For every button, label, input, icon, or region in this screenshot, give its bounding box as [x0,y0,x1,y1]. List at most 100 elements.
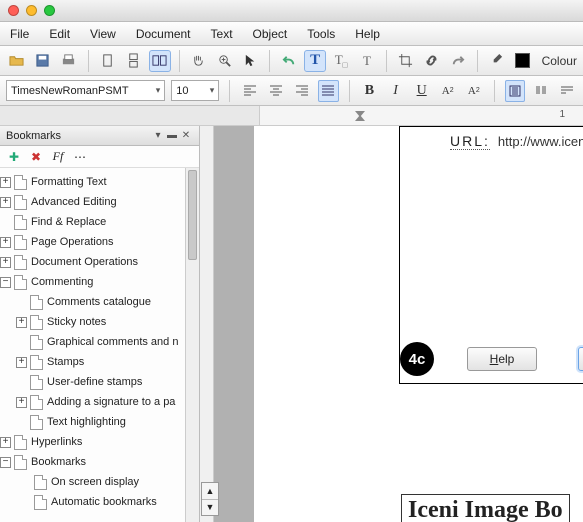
column-flow-button[interactable] [557,80,577,102]
document-heading: Iceni Image Bo [401,494,570,522]
page-icon [30,315,43,330]
align-justify-button[interactable] [318,80,338,102]
tree-item[interactable]: +Hyperlinks [0,432,197,452]
align-center-button[interactable] [266,80,286,102]
page-icon [14,215,27,230]
panel-menu-icon[interactable]: ▾ [151,129,165,143]
menu-view[interactable]: View [90,27,116,41]
text-object-tool-icon[interactable]: T□ [330,50,352,72]
font-family-value: TimesNewRomanPSMT [11,85,129,97]
bookmark-options-icon[interactable]: ⋯ [72,149,88,165]
page-facing-icon[interactable] [149,50,171,72]
zoom-tool-icon[interactable] [213,50,235,72]
column-single-button[interactable] [505,80,525,102]
tree-item[interactable]: +Formatting Text [0,172,197,192]
align-right-button[interactable] [292,80,312,102]
menu-tools[interactable]: Tools [307,27,335,41]
vertical-ruler[interactable] [200,126,214,522]
chevron-down-icon: ▾ [210,85,215,96]
tree-item[interactable]: +Sticky notes [0,312,197,332]
tree-item[interactable]: User-define stamps [0,372,197,392]
column-multi-button[interactable] [531,80,551,102]
tree-label: Adding a signature to a pa [47,396,175,408]
zoom-stepper[interactable]: ▲ ▼ [201,482,219,516]
save-button[interactable] [32,50,54,72]
add-bookmark-icon[interactable]: ✚ [6,149,22,165]
superscript-button[interactable]: A2 [438,80,458,102]
tree-item[interactable]: Comments catalogue [0,292,197,312]
tree-item[interactable]: +Page Operations [0,232,197,252]
panel-toolbar: ✚ ✖ Ff ⋯ [0,146,199,168]
tree-label: Graphical comments and n [47,336,178,348]
ok-button[interactable]: O [578,347,583,371]
tree-item[interactable]: +Adding a signature to a pa [0,392,197,412]
panel-close-icon[interactable]: ✕ [179,129,193,143]
tree-item[interactable]: On screen display [0,472,197,492]
page-single-icon[interactable] [97,50,119,72]
align-left-button[interactable] [240,80,260,102]
tree-label: On screen display [51,476,139,488]
tree-item[interactable]: +Advanced Editing [0,192,197,212]
zoom-out-icon[interactable]: ▼ [202,500,218,516]
tree-item[interactable]: Automatic bookmarks [0,492,197,512]
bold-button[interactable]: B [359,80,379,102]
page-icon [30,395,43,410]
menu-text[interactable]: Text [211,27,233,41]
tree-item[interactable]: +Stamps [0,352,197,372]
tree-label: Find & Replace [31,216,106,228]
tree-label: Commenting [31,276,93,288]
linked-text-tool-icon[interactable]: T [356,50,378,72]
hand-tool-icon[interactable] [188,50,210,72]
print-button[interactable] [58,50,80,72]
window-minimize-button[interactable] [26,5,37,16]
window-zoom-button[interactable] [44,5,55,16]
horizontal-ruler[interactable]: 1 [0,106,583,126]
text-tool-icon[interactable]: T [304,50,326,72]
tree-item[interactable]: Find & Replace [0,212,197,232]
page-continuous-icon[interactable] [123,50,145,72]
bookmark-font-icon[interactable]: Ff [50,149,66,165]
zoom-in-icon[interactable]: ▲ [202,483,218,500]
tree-item[interactable]: −Bookmarks [0,452,197,472]
open-button[interactable] [6,50,28,72]
crop-tool-icon[interactable] [395,50,417,72]
tree-label: Bookmarks [31,456,86,468]
tree-item[interactable]: Text highlighting [0,412,197,432]
italic-button[interactable]: I [386,80,406,102]
menu-help[interactable]: Help [355,27,380,41]
help-button[interactable]: Help [467,347,537,371]
menu-document[interactable]: Document [136,27,191,41]
tree-item[interactable]: +Document Operations [0,252,197,272]
tree-label: Hyperlinks [31,436,82,448]
menu-object[interactable]: Object [253,27,288,41]
tree-label: Page Operations [31,236,114,248]
tree-item[interactable]: −Commenting [0,272,197,292]
colour-swatch[interactable] [512,50,534,72]
page-icon [14,455,27,470]
page-icon [34,495,47,510]
tree-label: Sticky notes [47,316,106,328]
bookmarks-panel: Bookmarks ▾ ▬ ✕ ✚ ✖ Ff ⋯ +Formatting Tex… [0,126,200,522]
font-size-combo[interactable]: 10▾ [171,80,219,101]
indent-marker-icon[interactable] [355,111,365,121]
undo-button[interactable] [278,50,300,72]
redo-button[interactable] [447,50,469,72]
pointer-tool-icon[interactable] [239,50,261,72]
underline-button[interactable]: U [412,80,432,102]
document-canvas[interactable]: URL: http://www.iceni.com 4c Help O Icen… [214,126,583,522]
subscript-button[interactable]: A2 [464,80,484,102]
tree-item[interactable]: Graphical comments and n [0,332,197,352]
window-close-button[interactable] [8,5,19,16]
panel-minimize-icon[interactable]: ▬ [165,129,179,143]
ruler-number: 1 [559,109,565,120]
scrollbar-thumb[interactable] [188,170,197,260]
eyedropper-tool-icon[interactable] [486,50,508,72]
menu-edit[interactable]: Edit [49,27,70,41]
delete-bookmark-icon[interactable]: ✖ [28,149,44,165]
url-value: http://www.iceni.com [498,134,583,149]
link-tool-icon[interactable] [421,50,443,72]
font-family-combo[interactable]: TimesNewRomanPSMT▾ [6,80,165,101]
menu-file[interactable]: File [10,27,29,41]
panel-scrollbar[interactable] [185,168,199,522]
page-icon [30,375,43,390]
